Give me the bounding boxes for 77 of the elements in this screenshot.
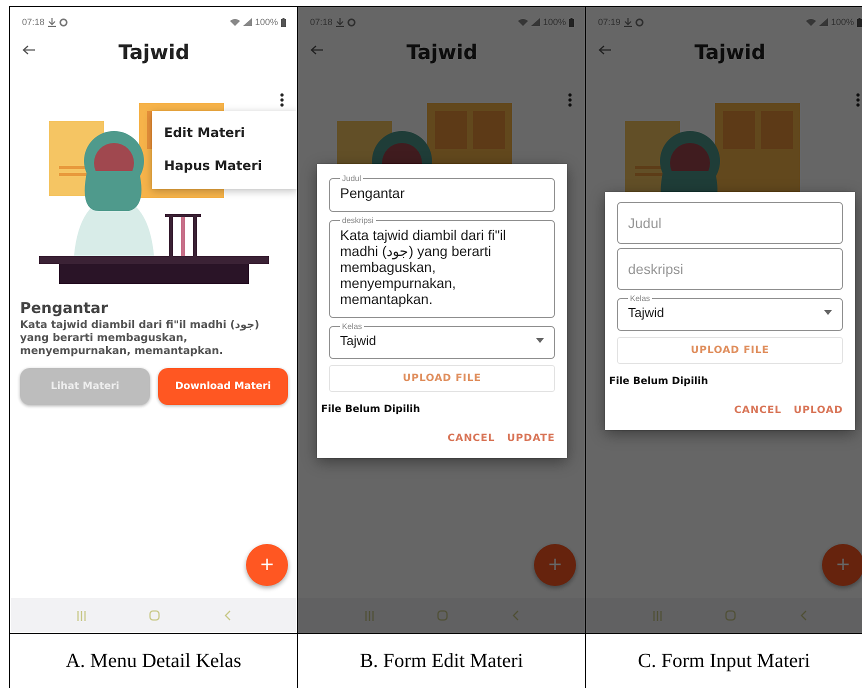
screen-title: Tajwid: [694, 40, 766, 64]
screen-title: Tajwid: [118, 40, 190, 64]
battery-icon: [569, 18, 574, 26]
recent-apps-icon: [364, 610, 374, 620]
more-options-button[interactable]: [280, 93, 284, 107]
submit-button[interactable]: UPDATE: [507, 432, 555, 444]
kebab-icon: [280, 93, 284, 107]
class-dropdown[interactable]: Kelas Tajwid: [617, 294, 843, 330]
dropdown-caret-icon: [824, 310, 832, 314]
wifi-icon: [806, 18, 816, 26]
recent-apps-button[interactable]: [76, 610, 86, 620]
description-input[interactable]: Kata tajwid diambil dari fi"il madhi (جود) yang berarti membaguskan, menyempurnakan, memantapkan.: [340, 226, 544, 306]
file-status: File Belum Dipilih: [321, 402, 422, 416]
ring-icon: [346, 18, 356, 26]
signal-icon: [818, 18, 828, 26]
add-button[interactable]: +: [534, 544, 576, 586]
cancel-button[interactable]: CANCEL: [734, 404, 782, 416]
test-tube-rack-drawing: [165, 214, 201, 256]
cancel-button[interactable]: CANCEL: [447, 432, 496, 444]
back-nav-button[interactable]: [800, 610, 808, 621]
home-icon: [725, 610, 736, 621]
title-field[interactable]: Judul Pengantar: [329, 174, 555, 212]
recent-apps-icon: [76, 610, 86, 620]
ring-icon: [58, 18, 68, 26]
upload-file-button[interactable]: UPLOAD FILE: [329, 364, 555, 392]
screen-title: Tajwid: [406, 40, 478, 64]
back-nav-button[interactable]: [224, 610, 232, 621]
back-chevron-icon: [512, 610, 520, 621]
class-dropdown[interactable]: Kelas Tajwid: [329, 322, 555, 358]
add-button[interactable]: +: [246, 544, 288, 586]
kebab-icon: [856, 93, 860, 107]
download-icon: [48, 18, 56, 26]
battery-icon: [281, 18, 286, 26]
battery-icon: [857, 18, 862, 26]
figure-caption: B. Form Edit Materi: [298, 633, 585, 688]
home-button[interactable]: [149, 610, 160, 621]
home-button[interactable]: [437, 610, 448, 621]
menu-item[interactable]: Edit Materi: [152, 117, 297, 150]
material-description: Kata tajwid diambil dari fi"il madhi (جود) yang berarti membaguskan, menyempurnakan, memantapkan.: [19, 318, 260, 358]
title-input[interactable]: Pengantar: [340, 184, 544, 200]
title-input[interactable]: Judul: [628, 214, 832, 230]
download-button[interactable]: Download Materi: [158, 368, 288, 405]
description-input[interactable]: deskripsi: [628, 260, 832, 276]
home-button[interactable]: [725, 610, 736, 621]
wifi-icon: [518, 18, 528, 26]
back-nav-button[interactable]: [512, 610, 520, 621]
material-title: Pengantar: [19, 298, 110, 317]
signal-icon: [242, 18, 252, 26]
menu-item[interactable]: Hapus Materi: [152, 150, 297, 183]
figure-caption: C. Form Input Materi: [586, 633, 862, 688]
download-icon: [624, 18, 632, 26]
home-icon: [437, 610, 448, 621]
back-chevron-icon: [224, 610, 232, 621]
file-status: File Belum Dipilih: [609, 374, 710, 388]
back-arrow-icon: [598, 45, 612, 55]
wifi-icon: [230, 18, 240, 26]
title-field[interactable]: Judul: [617, 202, 843, 244]
signal-icon: [530, 18, 540, 26]
back-arrow-icon: [310, 45, 324, 55]
home-icon: [149, 610, 160, 621]
dropdown-caret-icon: [536, 338, 544, 342]
download-icon: [336, 18, 344, 26]
submit-button[interactable]: UPLOAD: [794, 404, 843, 416]
ring-icon: [634, 18, 644, 26]
back-arrow-icon: [22, 45, 36, 55]
back-button[interactable]: [22, 45, 36, 55]
add-button[interactable]: +: [822, 544, 862, 586]
status-time: 07:18: [22, 17, 45, 27]
back-chevron-icon: [800, 610, 808, 621]
recent-apps-button[interactable]: [364, 610, 374, 620]
recent-apps-button[interactable]: [652, 610, 662, 620]
recent-apps-icon: [652, 610, 662, 620]
upload-file-button[interactable]: UPLOAD FILE: [617, 336, 843, 364]
battery-percentage: 100%: [254, 17, 278, 27]
figure-caption: A. Menu Detail Kelas: [10, 633, 297, 688]
description-field[interactable]: deskripsi: [617, 248, 843, 290]
kebab-icon: [568, 93, 572, 107]
